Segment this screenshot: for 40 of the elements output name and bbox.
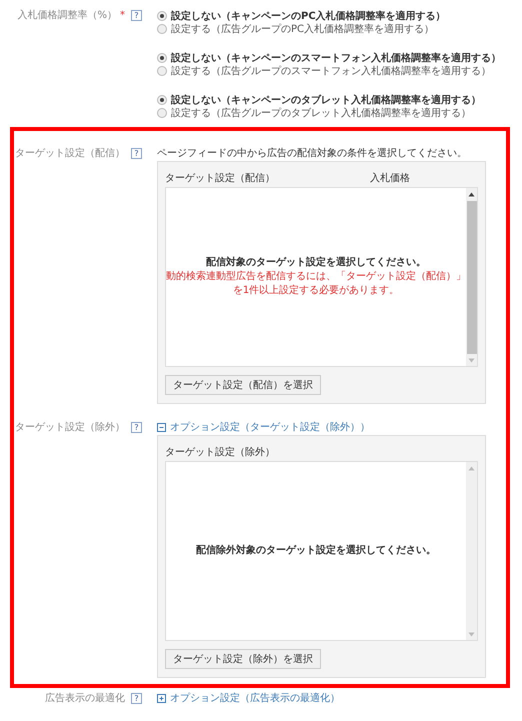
warning-text: を1件以上設定する必要があります。 [232, 284, 400, 298]
radio-button[interactable] [157, 108, 167, 118]
option-link[interactable]: オプション設定（ターゲット設定（除外）） [170, 421, 370, 434]
scroll-down-icon[interactable] [468, 358, 475, 363]
radio-label: 設定する（広告グループのPC入札価格調整率を適用する） [171, 22, 434, 36]
field-label: 入札価格調整率（%） [17, 9, 117, 22]
select-button[interactable]: ターゲット設定（配信）を選択 [165, 375, 321, 395]
scroll-up-icon[interactable] [468, 192, 475, 197]
help-button[interactable]: ? [131, 148, 142, 159]
column-header: ターゲット設定（除外） [165, 446, 276, 458]
help-button[interactable]: ? [131, 10, 142, 21]
radio-button[interactable] [157, 24, 167, 34]
empty-message: 配信除外対象のターゲット設定を選択してください。 [196, 544, 436, 558]
option-link[interactable]: オプション設定（広告表示の最適化） [170, 692, 340, 705]
radio-button[interactable] [157, 10, 167, 20]
required-mark: * [120, 9, 125, 22]
radio-button[interactable] [157, 52, 167, 62]
radio-label: 設定しない（キャンペーンのPC入札価格調整率を適用する） [171, 9, 446, 22]
scroll-down-icon[interactable] [468, 632, 475, 637]
help-button[interactable]: ? [131, 693, 142, 704]
scrollbar[interactable] [466, 188, 477, 366]
radio-label: 設定しない（キャンペーンのスマートフォン入札価格調整率を適用する） [171, 51, 501, 64]
column-header: 入札価格 [370, 172, 410, 184]
field-label: ターゲット設定（除外） [15, 421, 125, 434]
warning-text: 動的検索連動型広告を配信するには、「ターゲット設定（配信）」 [166, 270, 466, 284]
collapse-icon[interactable] [157, 423, 166, 432]
radio-label: 設定する（広告グループのタブレット入札価格調整率を適用する） [171, 106, 471, 120]
field-label: 広告表示の最適化 [45, 692, 125, 705]
radio-label: 設定する（広告グループのスマートフォン入札価格調整率を適用する） [171, 64, 491, 78]
radio-label: 設定しない（キャンペーンのタブレット入札価格調整率を適用する） [171, 93, 481, 106]
field-label: ターゲット設定（配信） [15, 147, 125, 160]
radio-button[interactable] [157, 66, 167, 76]
scrollbar[interactable] [466, 462, 477, 640]
empty-message: 配信対象のターゲット設定を選択してください。 [205, 256, 427, 270]
description-text: ページフィードの中から広告の配信対象の条件を選択してください。 [157, 147, 467, 160]
column-header: ターゲット設定（配信） [165, 172, 276, 184]
expand-icon[interactable] [157, 694, 166, 703]
select-button[interactable]: ターゲット設定（除外）を選択 [165, 649, 321, 669]
help-button[interactable]: ? [131, 422, 142, 433]
radio-button[interactable] [157, 94, 167, 104]
